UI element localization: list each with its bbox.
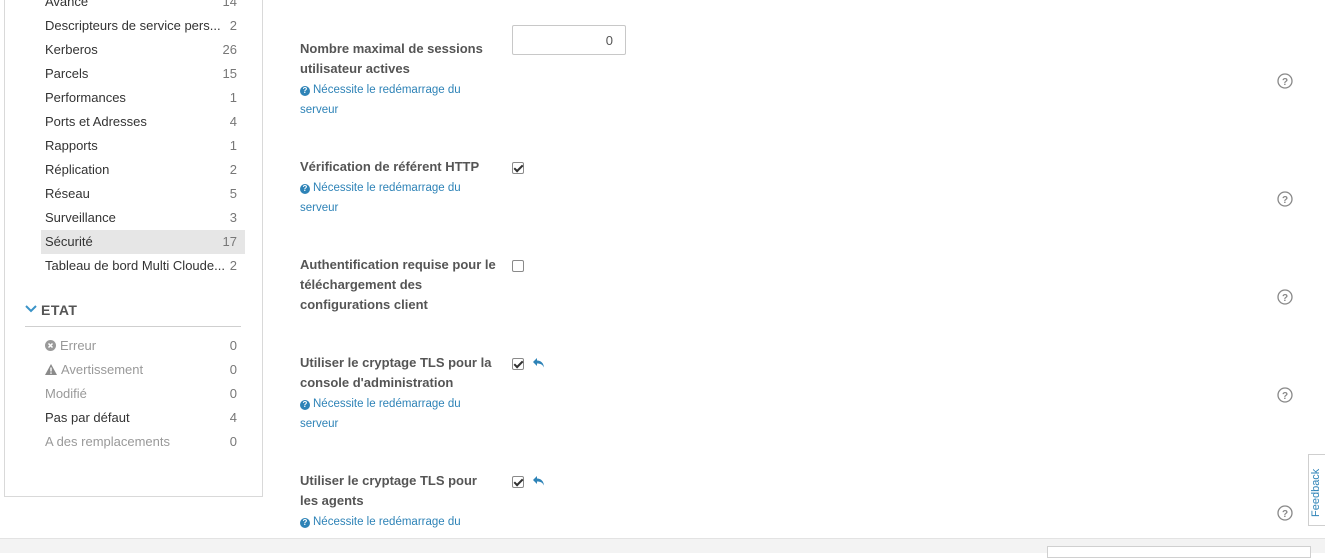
category-count: 1	[229, 138, 237, 153]
question-icon: ?	[300, 86, 310, 96]
state-label: A des remplacements	[45, 434, 171, 449]
svg-text:?: ?	[1282, 77, 1288, 88]
category-item-reseau[interactable]: Réseau 5	[41, 182, 245, 206]
restart-note: ?Nécessite le redémarrage du serveur	[300, 84, 461, 116]
filter-sidebar: Avancé 14 Descripteurs de service pers..…	[4, 0, 263, 497]
setting-name: Authentification requise pour le télécha…	[300, 257, 496, 312]
category-label: Réplication	[45, 162, 110, 177]
category-item-performances[interactable]: Performances 1	[41, 86, 245, 110]
category-label: Tableau de bord Multi Cloude...	[45, 258, 225, 273]
help-icon[interactable]: ?	[1277, 387, 1293, 403]
svg-text:?: ?	[1282, 509, 1288, 520]
feedback-tab[interactable]: Feedback	[1308, 454, 1325, 526]
restart-note: ?Nécessite le redémarrage du serveur	[300, 182, 461, 214]
category-item-tableau-de-bord[interactable]: Tableau de bord Multi Cloude... 2	[41, 254, 245, 278]
setting-name: Vérification de référent HTTP	[300, 159, 480, 174]
state-item-remplacements[interactable]: A des remplacements 0	[41, 430, 245, 454]
category-item-replication[interactable]: Réplication 2	[41, 158, 245, 182]
state-count: 0	[229, 386, 237, 401]
category-label: Sécurité	[45, 234, 93, 249]
category-item-kerberos[interactable]: Kerberos 26	[41, 38, 245, 62]
etat-title: ETAT	[41, 302, 78, 318]
state-label: Avertissement	[61, 362, 144, 377]
svg-text:?: ?	[1282, 195, 1288, 206]
category-count: 3	[229, 210, 237, 225]
category-count: 2	[229, 18, 237, 33]
category-label: Performances	[45, 90, 126, 105]
category-label: Ports et Adresses	[45, 114, 147, 129]
auth-client-config-checkbox[interactable]	[512, 260, 524, 272]
undo-icon[interactable]	[532, 356, 546, 374]
help-icon[interactable]: ?	[1277, 505, 1293, 521]
etat-section-header[interactable]: ETAT	[25, 300, 241, 327]
category-item-ports[interactable]: Ports et Adresses 4	[41, 110, 245, 134]
state-item-pas-par-defaut[interactable]: Pas par défaut 4	[41, 406, 245, 430]
category-count: 17	[222, 234, 237, 249]
svg-text:?: ?	[1282, 293, 1288, 304]
category-label: Rapports	[45, 138, 98, 153]
undo-icon[interactable]	[532, 474, 546, 492]
restart-note: ?Nécessite le redémarrage du serveur	[300, 512, 480, 532]
state-label: Erreur	[60, 338, 97, 353]
help-icon[interactable]: ?	[1277, 289, 1293, 305]
category-count: 26	[222, 42, 237, 57]
state-item-avertissement[interactable]: Avertissement 0	[41, 358, 245, 382]
state-count: 0	[229, 434, 237, 449]
state-item-erreur[interactable]: Erreur 0	[41, 334, 245, 358]
feedback-label: Feedback	[1310, 468, 1322, 517]
category-item-avance[interactable]: Avancé 14	[41, 0, 245, 14]
category-label: Parcels	[45, 66, 89, 81]
state-label: Modifié	[45, 386, 87, 401]
footer-input-box[interactable]	[1047, 546, 1311, 558]
category-label: Réseau	[45, 186, 90, 201]
chevron-down-icon	[25, 301, 37, 317]
category-item-surveillance[interactable]: Surveillance 3	[41, 206, 245, 230]
state-count: 0	[229, 338, 237, 353]
category-count: 14	[222, 0, 237, 9]
category-count: 1	[229, 90, 237, 105]
http-referer-checkbox[interactable]	[512, 162, 524, 174]
svg-text:?: ?	[1282, 391, 1288, 402]
state-item-modifie[interactable]: Modifié 0	[41, 382, 245, 406]
category-label: Avancé	[45, 0, 89, 9]
tls-agents-checkbox[interactable]	[512, 476, 524, 488]
state-count: 4	[229, 410, 237, 425]
question-icon: ?	[300, 518, 310, 528]
category-item-securite[interactable]: Sécurité 17	[41, 230, 245, 254]
category-item-parcels[interactable]: Parcels 15	[41, 62, 245, 86]
restart-note: ?Nécessite le redémarrage du serveur	[300, 398, 461, 430]
setting-name: Nombre maximal de sessions utilisateur a…	[300, 41, 483, 76]
question-icon: ?	[300, 400, 310, 410]
category-count: 2	[229, 258, 237, 273]
category-item-descripteurs[interactable]: Descripteurs de service pers... 2	[41, 14, 245, 38]
category-count: 2	[229, 162, 237, 177]
max-sessions-input[interactable]	[512, 25, 626, 55]
help-icon[interactable]: ?	[1277, 191, 1293, 207]
setting-name: Utiliser le cryptage TLS pour les agents	[300, 473, 477, 508]
category-label: Surveillance	[45, 210, 116, 225]
category-count: 15	[222, 66, 237, 81]
category-item-rapports[interactable]: Rapports 1	[41, 134, 245, 158]
state-count: 0	[229, 362, 237, 377]
category-label: Kerberos	[45, 42, 98, 57]
help-icon[interactable]: ?	[1277, 73, 1293, 89]
setting-name: Utiliser le cryptage TLS pour la console…	[300, 355, 492, 390]
category-count: 5	[229, 186, 237, 201]
error-icon	[45, 335, 56, 359]
state-label: Pas par défaut	[45, 410, 130, 425]
category-label: Descripteurs de service pers...	[45, 18, 221, 33]
category-count: 4	[229, 114, 237, 129]
tls-admin-console-checkbox[interactable]	[512, 358, 524, 370]
warning-icon	[45, 359, 57, 383]
question-icon: ?	[300, 184, 310, 194]
